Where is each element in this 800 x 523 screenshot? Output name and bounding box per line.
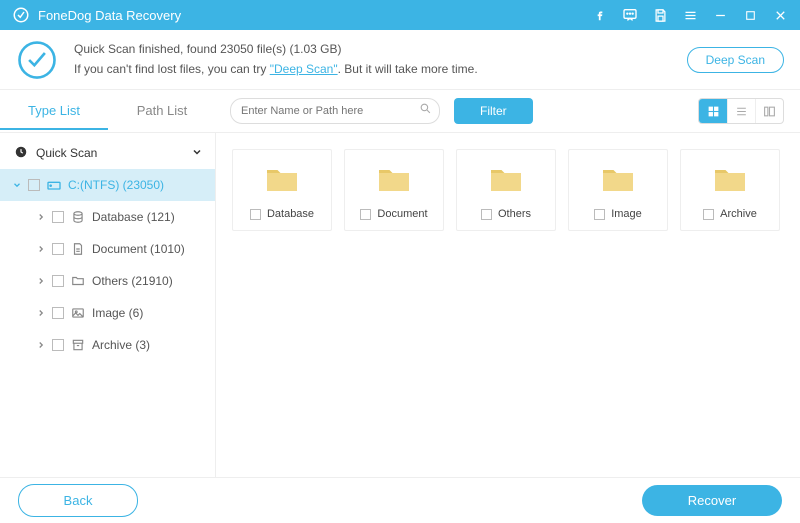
folder-label: Document (377, 208, 427, 220)
recover-button[interactable]: Recover (642, 485, 782, 516)
scan-line1-suffix: file(s) (1.03 GB) (253, 42, 341, 56)
tree-root-label: Quick Scan (36, 146, 97, 160)
document-icon (70, 242, 86, 256)
folder-icon (712, 164, 748, 194)
toolbar: Type List Path List Filter (0, 90, 800, 132)
tree-item-document[interactable]: Document (1010) (0, 233, 215, 265)
tree-item-archive[interactable]: Archive (3) (0, 329, 215, 361)
folder-card-database[interactable]: Database (232, 149, 332, 231)
tree-root-quick-scan[interactable]: Quick Scan (0, 137, 215, 169)
chevron-right-icon (36, 244, 46, 254)
checkbox[interactable] (594, 209, 605, 220)
checkbox[interactable] (52, 275, 64, 287)
close-icon[interactable] (772, 7, 788, 23)
titlebar: FoneDog Data Recovery (0, 0, 800, 30)
tab-type-list[interactable]: Type List (0, 93, 108, 130)
drive-icon (46, 177, 62, 193)
list-tabs: Type List Path List (0, 93, 216, 130)
folder-card-others[interactable]: Others (456, 149, 556, 231)
deep-scan-button[interactable]: Deep Scan (687, 47, 784, 73)
folder-card-image[interactable]: Image (568, 149, 668, 231)
checkbox[interactable] (703, 209, 714, 220)
view-list-icon[interactable] (727, 99, 755, 123)
checkbox[interactable] (360, 209, 371, 220)
database-icon (70, 210, 86, 224)
view-grid-icon[interactable] (699, 99, 727, 123)
facebook-icon[interactable] (592, 7, 608, 23)
folder-icon (264, 164, 300, 194)
chevron-right-icon (36, 340, 46, 350)
maximize-icon[interactable] (742, 7, 758, 23)
checkbox[interactable] (52, 243, 64, 255)
folder-label: Others (498, 208, 531, 220)
tree-item-label: Database (121) (92, 210, 175, 224)
content-area: Database Document Others Image Archive (216, 133, 800, 477)
sidebar: Quick Scan C:(NTFS) (23050) Database (12… (0, 133, 216, 477)
view-switch (698, 98, 784, 124)
tree-item-label: Image (6) (92, 306, 143, 320)
search-input[interactable] (230, 98, 440, 124)
folder-grid: Database Document Others Image Archive (232, 149, 784, 231)
view-detail-icon[interactable] (755, 99, 783, 123)
scan-line2-suffix: . But it will take more time. (338, 62, 478, 76)
tree-drive-label: C:(NTFS) (23050) (68, 178, 164, 192)
app-title: FoneDog Data Recovery (38, 8, 592, 23)
scan-message: Quick Scan finished, found 23050 file(s)… (74, 40, 687, 78)
tree-item-database[interactable]: Database (121) (0, 201, 215, 233)
feedback-icon[interactable] (622, 7, 638, 23)
folder-card-archive[interactable]: Archive (680, 149, 780, 231)
folder-label: Image (611, 208, 642, 220)
folder-icon (70, 274, 86, 288)
save-icon[interactable] (652, 7, 668, 23)
footer: Back Recover (0, 477, 800, 523)
image-icon (70, 306, 86, 320)
tree-drive-c[interactable]: C:(NTFS) (23050) (0, 169, 215, 201)
folder-icon (376, 164, 412, 194)
tree-item-label: Archive (3) (92, 338, 150, 352)
titlebar-controls (592, 7, 788, 23)
minimize-icon[interactable] (712, 7, 728, 23)
checkbox[interactable] (52, 307, 64, 319)
checkbox[interactable] (481, 209, 492, 220)
checkbox[interactable] (28, 179, 40, 191)
tree-item-label: Others (21910) (92, 274, 173, 288)
chevron-down-icon (191, 146, 203, 161)
tab-path-list[interactable]: Path List (108, 93, 216, 130)
chevron-right-icon (36, 276, 46, 286)
search-wrap (230, 98, 440, 124)
checkbox[interactable] (52, 339, 64, 351)
scan-file-count: 23050 (220, 42, 253, 56)
folder-label: Database (267, 208, 314, 220)
chevron-down-icon (12, 180, 22, 190)
chevron-right-icon (36, 308, 46, 318)
checkmark-icon (16, 39, 58, 81)
search-icon[interactable] (419, 102, 432, 120)
scan-status-banner: Quick Scan finished, found 23050 file(s)… (0, 30, 800, 90)
app-logo-icon (12, 6, 30, 24)
folder-icon (600, 164, 636, 194)
tree-item-others[interactable]: Others (21910) (0, 265, 215, 297)
clock-icon (14, 145, 28, 162)
archive-icon (70, 338, 86, 352)
folder-label: Archive (720, 208, 757, 220)
tree-item-label: Document (1010) (92, 242, 185, 256)
scan-line2-prefix: If you can't find lost files, you can tr… (74, 62, 270, 76)
back-button[interactable]: Back (18, 484, 138, 517)
folder-icon (488, 164, 524, 194)
chevron-right-icon (36, 212, 46, 222)
deep-scan-link[interactable]: "Deep Scan" (270, 62, 338, 76)
tree-item-image[interactable]: Image (6) (0, 297, 215, 329)
folder-card-document[interactable]: Document (344, 149, 444, 231)
menu-icon[interactable] (682, 7, 698, 23)
checkbox[interactable] (250, 209, 261, 220)
checkbox[interactable] (52, 211, 64, 223)
main-area: Quick Scan C:(NTFS) (23050) Database (12… (0, 132, 800, 477)
filter-button[interactable]: Filter (454, 98, 533, 124)
scan-line1-prefix: Quick Scan finished, found (74, 42, 220, 56)
